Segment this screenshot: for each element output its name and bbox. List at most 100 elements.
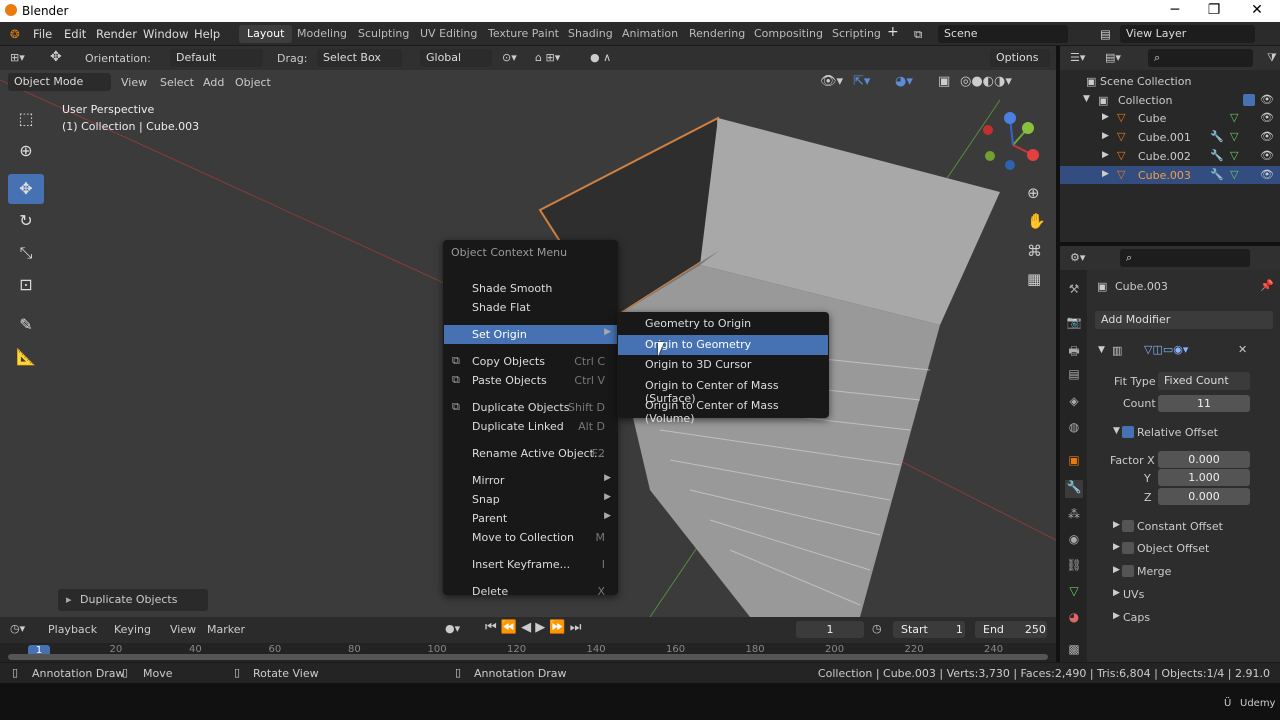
context-item-snap[interactable]: Snap ▶ [444,490,617,509]
menu-edit[interactable]: Edit [64,27,86,41]
chevron-down-icon[interactable]: ▼ [1113,426,1120,436]
context-item-insert-keyframe[interactable]: Insert Keyframe... I [444,555,617,574]
scene-field[interactable]: Scene [938,25,1068,43]
timeline-scrollbar[interactable] [8,654,1048,660]
modifier-tab-icon[interactable]: 🔧 [1065,480,1083,498]
select-box-tool-icon[interactable]: ⬚ [8,104,44,134]
chevron-right-icon[interactable]: ▶ [1113,542,1120,552]
data-tab-icon[interactable]: ▽ [1065,584,1083,602]
context-item-delete[interactable]: Delete X [444,582,617,601]
chevron-right-icon[interactable]: ▶ [1113,588,1120,598]
maximize-button[interactable]: ❐ [1199,2,1229,18]
relative-offset-checkbox[interactable] [1122,426,1134,438]
factor-z-field[interactable]: 0.000 [1158,488,1250,505]
render-tab-icon[interactable]: 📷 [1065,315,1083,333]
eye-icon[interactable]: 👁 [1260,111,1274,124]
particles-tab-icon[interactable]: ⁂ [1065,507,1083,525]
current-frame-field[interactable]: 1 [796,621,864,638]
submenu-item-origin-to-center-of-mass-volume[interactable]: Origin to Center of Mass (Volume) [618,396,828,425]
transform-tool-icon[interactable]: ⊡ [8,270,44,300]
grid-icon[interactable]: ▦ [1027,270,1041,288]
caps-label[interactable]: Caps [1123,611,1150,624]
snap-icon[interactable]: ⌂ ⊞▾ [535,51,560,64]
submenu-item-origin-to-3d-cursor[interactable]: Origin to 3D Cursor [618,355,828,375]
outliner-search-input[interactable]: ⌕ [1148,49,1253,67]
submenu-item-origin-to-geometry[interactable]: Origin to Geometry [618,334,828,355]
measure-tool-icon[interactable]: 📐 [8,342,44,372]
tab-shading[interactable]: Shading [560,25,621,43]
physics-tab-icon[interactable]: ◉ [1065,532,1083,550]
context-item-set-origin[interactable]: Set Origin ▶ [444,325,617,344]
menu-render[interactable]: Render [96,27,137,41]
context-item-copy-objects[interactable]: ⧉ Copy Objects Ctrl C [444,352,617,371]
object-tab-icon[interactable]: ▣ [1065,453,1083,471]
outliner-scene-collection[interactable]: ▣ Scene Collection [1060,72,1280,90]
fit-type-dropdown[interactable]: Fixed Count [1158,372,1250,390]
proportional-edit-icon[interactable]: ● ∧ [590,51,611,64]
tab-scripting[interactable]: Scripting [824,25,889,43]
outliner-object-row[interactable]: ▶ ▽ Cube ▽ 👁 [1060,109,1280,127]
visibility-icon[interactable]: 👁▾ [820,74,843,89]
properties-editor-icon[interactable]: ⚙▾ [1070,251,1085,264]
submenu-item-geometry-to-origin[interactable]: Geometry to Origin [618,314,828,334]
keying-menu[interactable]: Keying [114,623,151,636]
transform-orientation-dropdown[interactable]: Global [420,49,492,67]
close-button[interactable]: ✕ [1242,2,1272,18]
display-mode-icon[interactable]: ▤▾ [1105,51,1121,64]
outliner-object-row[interactable]: ▶ ▽ Cube.003 🔧 ▽ 👁 [1060,166,1280,184]
uvs-label[interactable]: UVs [1123,588,1144,601]
context-item-parent[interactable]: Parent ▶ [444,509,617,528]
eye-icon[interactable]: 👁 [1260,130,1274,143]
output-tab-icon[interactable]: 🖶 [1065,342,1083,360]
submenu-item-origin-to-center-of-mass-surface[interactable]: Origin to Center of Mass (Surface) [618,376,828,405]
context-item-shade-smooth[interactable]: Shade Smooth [444,279,617,298]
properties-search-input[interactable]: ⌕ [1120,249,1250,267]
marker-menu[interactable]: Marker [207,623,245,636]
pan-hand-icon[interactable]: ✋ [1027,212,1046,230]
tab-texture-paint[interactable]: Texture Paint [480,25,567,43]
chevron-right-icon[interactable]: ▶ [1102,131,1109,141]
world-tab-icon[interactable]: ◍ [1065,420,1083,438]
object-offset-checkbox[interactable] [1122,542,1134,554]
menu-object[interactable]: Object [235,76,271,89]
factor-x-field[interactable]: 0.000 [1158,451,1250,468]
tool-tab-icon[interactable]: ⚒ [1065,282,1083,300]
playback-controls[interactable]: ⏮ ⏪ ◀ ▶ ⏩ ⏭ [485,620,581,635]
view-layer-tab-icon[interactable]: ▤ [1065,367,1083,385]
start-frame-field[interactable]: Start 1 [893,621,965,638]
eye-icon[interactable]: 👁 [1260,93,1274,106]
context-item-paste-objects[interactable]: ⧉ Paste Objects Ctrl V [444,371,617,390]
last-operator-panel[interactable]: ▸ Duplicate Objects [58,589,208,611]
outliner-object-row[interactable]: ▶ ▽ Cube.001 🔧 ▽ 👁 [1060,128,1280,146]
context-item-shade-flat[interactable]: Shade Flat [444,298,617,317]
material-tab-icon[interactable]: ◕ [1065,610,1083,628]
count-field[interactable]: 11 [1158,395,1250,412]
outliner-object-row[interactable]: ▶ ▽ Cube.002 🔧 ▽ 👁 [1060,147,1280,165]
context-item-duplicate-objects[interactable]: ⧉ Duplicate Objects Shift D [444,398,617,417]
modifier-toggle-icons[interactable]: ▽◫▭◉▾ [1144,343,1188,356]
overlay-icon[interactable]: ◕▾ [895,74,913,89]
scale-tool-icon[interactable]: ⤡ [8,238,44,268]
filter-icon[interactable]: ⧩ [1267,51,1277,65]
menu-window[interactable]: Window [143,27,188,41]
tab-compositing[interactable]: Compositing [746,25,831,43]
timeline-editor-icon[interactable]: ◷▾ [10,622,25,635]
options-dropdown[interactable]: Options [990,49,1050,67]
chevron-right-icon[interactable]: ▶ [1102,112,1109,122]
mode-dropdown[interactable]: Object Mode [8,73,111,91]
rotate-tool-icon[interactable]: ↻ [8,206,44,236]
frame-ruler[interactable]: 1 20 40 60 80 100 120 140 160 180 200 220 240 [0,643,1056,662]
pivot-icon[interactable]: ⊙▾ [502,51,517,64]
shading-icons[interactable]: ◎●◐◑▾ [960,74,1012,89]
xray-icon[interactable]: ▣ [938,74,950,89]
eye-icon[interactable]: 👁 [1260,168,1274,181]
constraints-tab-icon[interactable]: ⛓ [1065,558,1083,576]
constant-offset-checkbox[interactable] [1122,520,1134,532]
scene-tab-icon[interactable]: ◈ [1065,394,1083,412]
tab-animation[interactable]: Animation [614,25,686,43]
tab-layout[interactable]: Layout [239,25,293,43]
pin-icon[interactable]: 📌 [1260,279,1274,292]
collection-checkbox[interactable] [1243,94,1255,106]
tab-rendering[interactable]: Rendering [681,25,753,43]
navigation-gizmo[interactable] [978,110,1048,180]
